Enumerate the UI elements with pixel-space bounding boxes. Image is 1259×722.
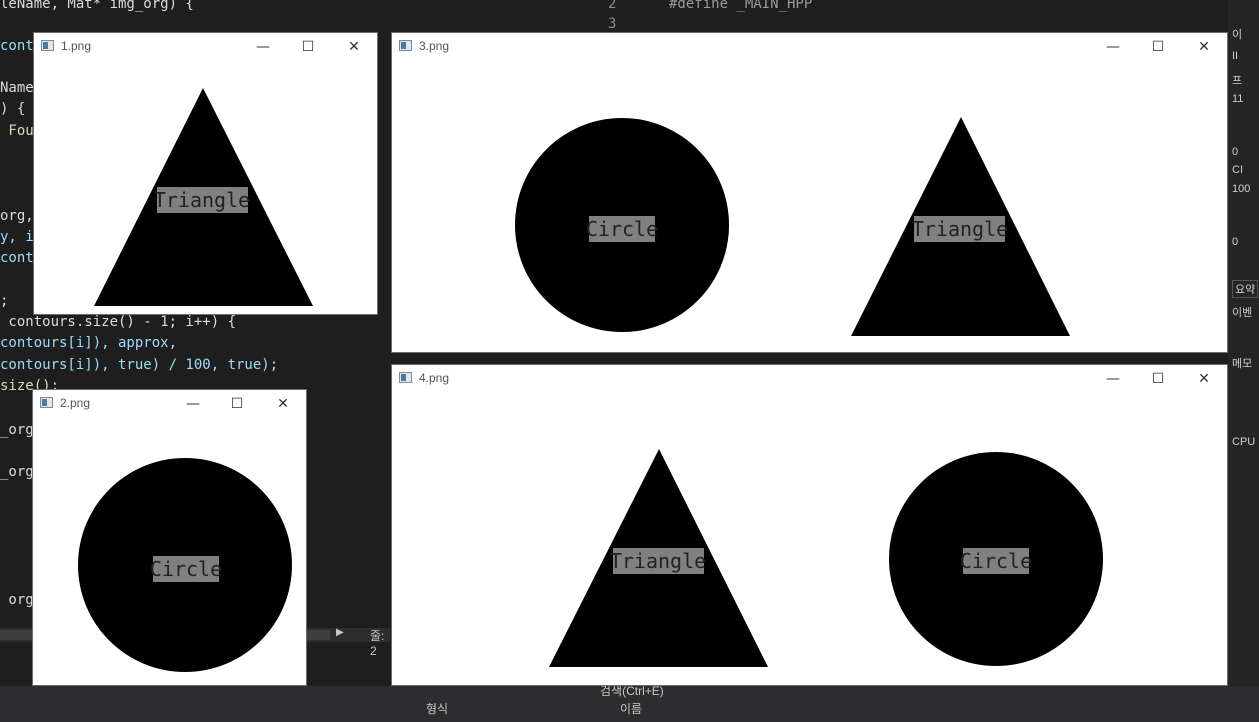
panel-item: 0 (1232, 236, 1239, 248)
code-line: contours[i]), approx, (0, 335, 177, 351)
code-text: leName, Mat* img_org) { (0, 0, 194, 12)
code-text: Name (0, 80, 34, 96)
code-text: contours[i]), approx, (0, 335, 178, 351)
app-icon (41, 40, 54, 51)
shape-label: Circle (960, 549, 1032, 573)
tab-summary[interactable]: 요약 (1232, 280, 1259, 298)
close-button[interactable]: ✕ (1193, 368, 1215, 390)
window-titlebar[interactable]: 4.png — ☐ ✕ (392, 365, 1227, 393)
panel-item: 11 (1232, 93, 1244, 105)
minimize-button[interactable]: — (1102, 36, 1124, 58)
bottom-panel: 형식 이름 검색(Ctrl+E) (0, 684, 1259, 722)
code-line: contours.size() - 1; i++) { (0, 314, 236, 330)
maximize-button[interactable]: ☐ (226, 393, 248, 415)
top-editor: 2 3 #define _MAIN_HPP (548, 0, 1228, 32)
code-text: cont (0, 38, 34, 54)
image-canvas: Circle Triangle (392, 61, 1227, 352)
app-icon (399, 372, 412, 383)
code-text: contours.size() - 1; i++) { (0, 314, 237, 330)
minimize-button[interactable]: — (252, 36, 274, 58)
image-canvas: Triangle Circle (392, 393, 1227, 685)
code-line: org, (0, 208, 34, 224)
code-line: ) { (0, 101, 25, 117)
close-button[interactable]: ✕ (1193, 36, 1215, 58)
shape-image: Triangle (94, 88, 313, 306)
shape-label: Triangle (912, 217, 1008, 241)
line-status: 줄: 2 (370, 629, 385, 658)
close-button[interactable]: ✕ (343, 36, 365, 58)
panel-item: 100 (1232, 183, 1251, 195)
code-line: y, i (0, 229, 34, 245)
image-window-3[interactable]: 3.png — ☐ ✕ Circle Triangle (391, 32, 1228, 353)
name-column-header[interactable]: 이름 (620, 700, 642, 717)
minimize-button[interactable]: — (1102, 368, 1124, 390)
code-text: org (0, 592, 34, 608)
panel-item: CI (1232, 164, 1243, 176)
window-title: 2.png (60, 396, 91, 410)
scroll-right-arrow-icon[interactable]: ▶ (336, 627, 344, 638)
line-gutter: 2 3 (548, 0, 658, 32)
code-line: cont (0, 250, 34, 266)
code-text: y, i (0, 229, 34, 245)
code-line: cont (0, 38, 34, 54)
code-text: contours[i]), true) / 100, true); (0, 357, 279, 373)
minimize-button[interactable]: — (182, 393, 204, 415)
window-titlebar[interactable]: 3.png — ☐ ✕ (392, 33, 1227, 61)
shape-label: Triangle (154, 188, 250, 212)
code-line: org (0, 592, 34, 608)
panel-item: CPU (1232, 436, 1256, 448)
image-window-2[interactable]: 2.png — ☐ ✕ Circle (32, 389, 307, 686)
diagnostics-panel: 이 II 프 11 0 CI 100 0 요약 이벤 메모 CPU (1228, 0, 1259, 722)
image-window-1[interactable]: 1.png — ☐ ✕ Triangle (33, 32, 378, 315)
code-line: ; (0, 293, 8, 309)
shape-label: Circle (150, 557, 222, 581)
code-line: contours[i]), true) / 100, true); (0, 357, 278, 373)
code-text: cont (0, 250, 34, 266)
line-number: 2 (608, 0, 617, 12)
panel-item: 이 (1232, 29, 1243, 41)
code-text: ; (0, 293, 9, 309)
panel-item: 프 (1232, 75, 1243, 87)
window-titlebar[interactable]: 2.png — ☐ ✕ (33, 390, 306, 418)
shape-image: Circle (78, 458, 292, 672)
image-window-4[interactable]: 4.png — ☐ ✕ Triangle Circle (391, 364, 1228, 686)
image-canvas: Triangle (34, 61, 377, 314)
maximize-button[interactable]: ☐ (1147, 368, 1169, 390)
shape-image: Circle Triangle (515, 117, 1070, 336)
line-number: 3 (608, 16, 617, 32)
code-text: _org (0, 464, 34, 480)
code-text: org, (0, 208, 34, 224)
code-line: Fou (0, 123, 34, 139)
code-text: ) { (0, 101, 26, 117)
panel-item: II (1232, 50, 1239, 62)
maximize-button[interactable]: ☐ (297, 36, 319, 58)
window-title: 1.png (61, 39, 92, 53)
code-text: Fou (0, 123, 34, 139)
panel-item: 메모 (1232, 358, 1253, 370)
window-title: 4.png (419, 371, 450, 385)
maximize-button[interactable]: ☐ (1147, 36, 1169, 58)
app-icon (399, 40, 412, 51)
shape-label: Circle (586, 217, 658, 241)
panel-item: 0 (1232, 146, 1239, 158)
close-button[interactable]: ✕ (272, 393, 294, 415)
window-title: 3.png (419, 39, 450, 53)
format-label: 형식 (426, 702, 449, 716)
code-text: _org (0, 422, 34, 438)
app-icon (40, 397, 53, 408)
code-line: _org (0, 422, 34, 438)
shape-label: Triangle (610, 549, 706, 573)
code-line: _org (0, 464, 34, 480)
window-titlebar[interactable]: 1.png — ☐ ✕ (34, 33, 377, 61)
panel-item: 이벤 (1232, 307, 1253, 319)
code-line: Name (0, 80, 34, 96)
code-line: leName, Mat* img_org) { (0, 0, 194, 12)
image-canvas: Circle (33, 418, 306, 685)
define-line: #define _MAIN_HPP (669, 0, 813, 12)
shape-image: Triangle Circle (549, 449, 1103, 667)
